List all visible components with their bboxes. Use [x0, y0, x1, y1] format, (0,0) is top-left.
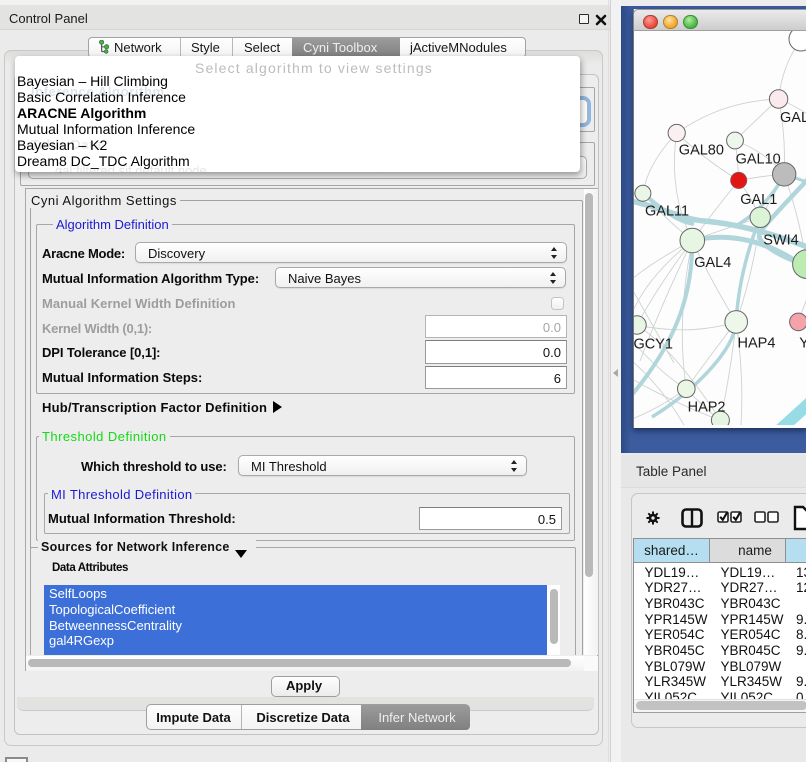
svg-text:SWI4: SWI4 — [763, 233, 798, 249]
svg-text:GAL11: GAL11 — [645, 204, 689, 220]
svg-text:HAP2: HAP2 — [688, 400, 726, 416]
svg-text:GCY1: GCY1 — [634, 337, 673, 353]
svg-text:GAL80: GAL80 — [679, 143, 724, 159]
svg-text:GAL2: GAL2 — [780, 110, 806, 126]
svg-text:HAP4: HAP4 — [738, 335, 776, 351]
svg-text:YJ: YJ — [799, 335, 806, 351]
svg-text:GAL4: GAL4 — [694, 255, 731, 271]
svg-text:GAL1: GAL1 — [740, 192, 777, 208]
svg-text:GAL10: GAL10 — [736, 151, 781, 167]
